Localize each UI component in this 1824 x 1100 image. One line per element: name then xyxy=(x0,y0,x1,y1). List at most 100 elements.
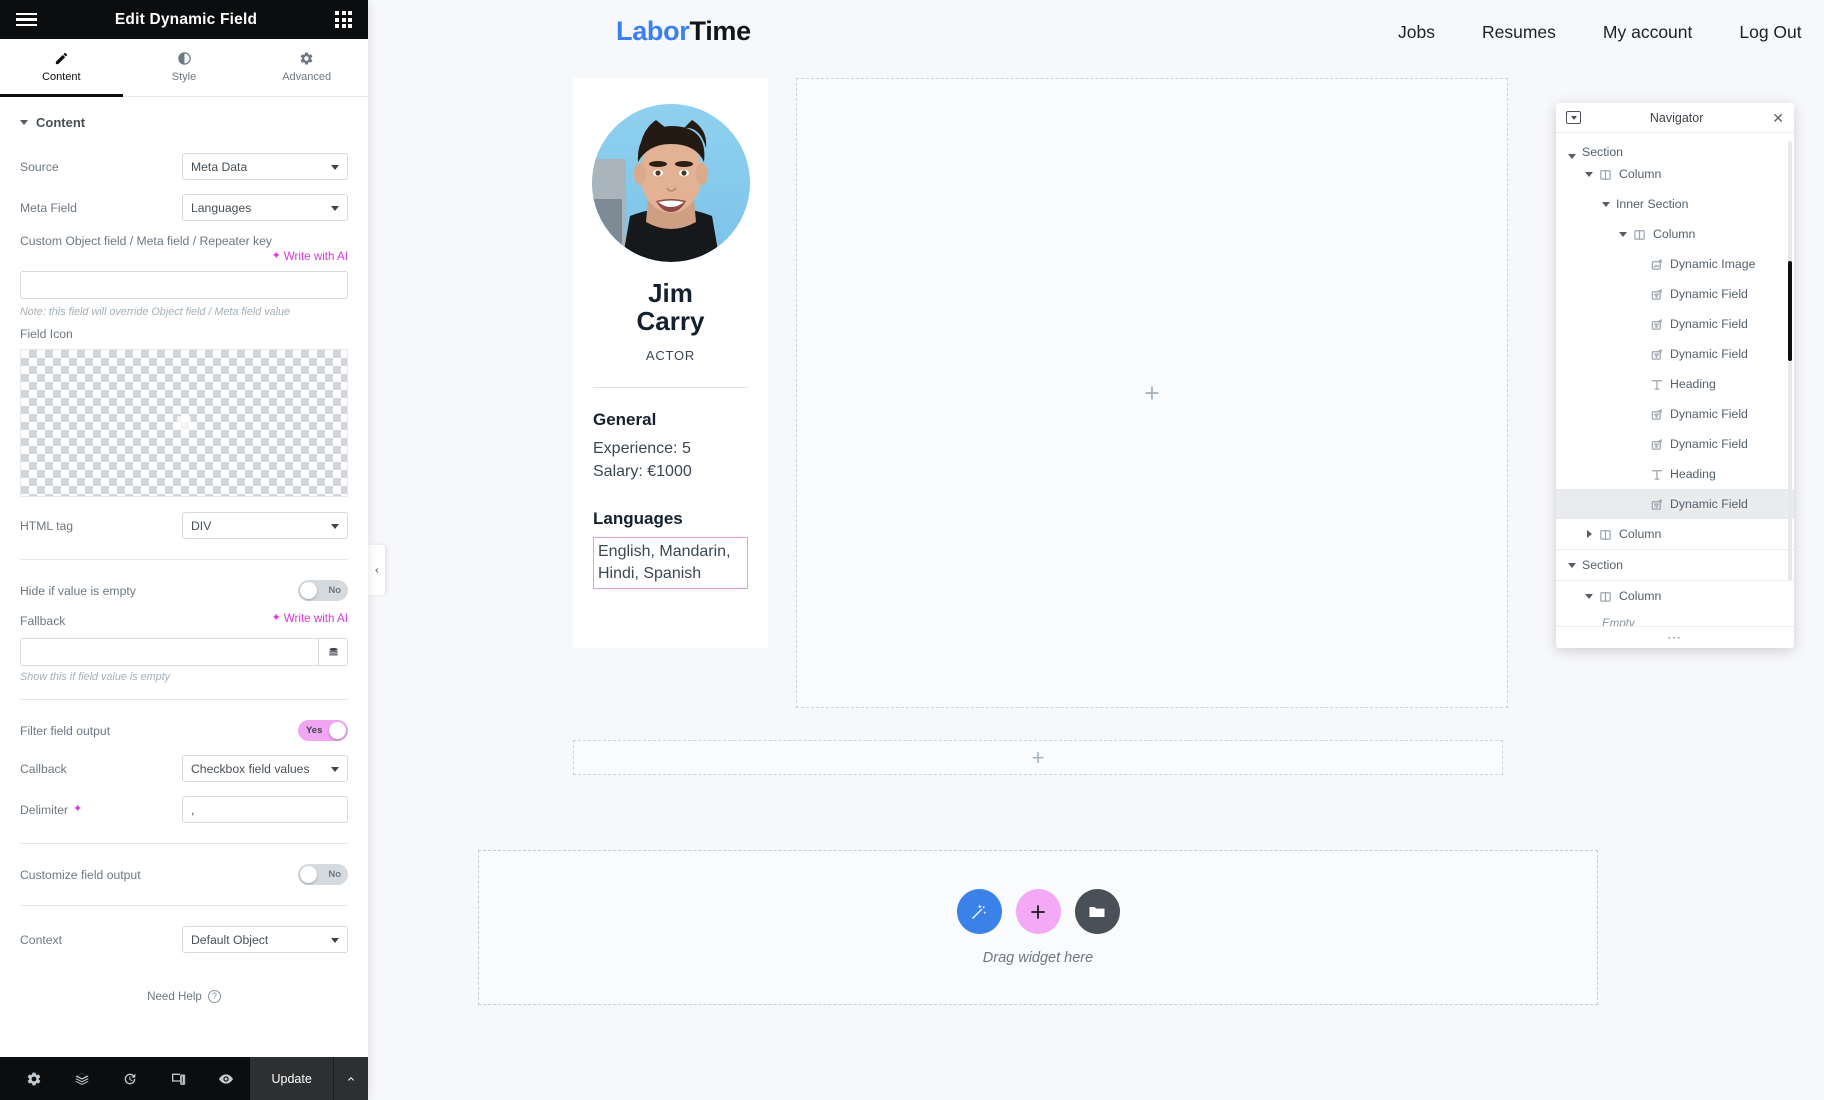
person-name[interactable]: Jim Carry xyxy=(637,279,705,336)
navigator-row-column[interactable]: Column xyxy=(1556,581,1794,611)
navigator-row-dynamic-image[interactable]: Dynamic Image xyxy=(1556,249,1794,279)
fallback-input[interactable] xyxy=(20,638,318,666)
need-help-link[interactable]: Need Help ? xyxy=(0,960,368,1003)
delimiter-label-text: Delimiter xyxy=(20,802,69,817)
navigator-row-section[interactable]: Section xyxy=(1556,141,1794,159)
customize-field-output-toggle[interactable]: No xyxy=(298,864,348,885)
navigator-row-inner-section[interactable]: Inner Section xyxy=(1556,189,1794,219)
general-heading[interactable]: General xyxy=(593,410,656,430)
navigator-row-section[interactable]: Section xyxy=(1556,550,1794,580)
navigator-row-column[interactable]: Column xyxy=(1556,519,1794,549)
navigator-row-dynamic-field[interactable]: Dynamic Field xyxy=(1556,279,1794,309)
write-with-ai-link-custom-key[interactable]: ✦ Write with AI xyxy=(272,250,348,263)
html-tag-select[interactable]: DIV xyxy=(182,512,348,539)
person-role[interactable]: ACTOR xyxy=(646,348,695,363)
dynamic-field-icon xyxy=(1646,498,1666,511)
languages-heading[interactable]: Languages xyxy=(593,509,683,529)
add-section-bar[interactable]: + xyxy=(573,740,1503,775)
update-options-button[interactable] xyxy=(334,1057,368,1100)
folder-icon xyxy=(1089,906,1105,917)
chevron-down-icon[interactable] xyxy=(1617,231,1629,237)
navigator-row-heading[interactable]: Heading xyxy=(1556,459,1794,489)
image-placeholder-icon xyxy=(177,416,191,430)
navigator-row-label: Heading xyxy=(1670,377,1716,391)
meta-field-row: Meta Field Languages xyxy=(0,187,368,228)
dynamic-tags-button[interactable] xyxy=(318,638,348,666)
custom-key-input[interactable] xyxy=(20,271,348,299)
chevron-down-icon[interactable] xyxy=(1566,154,1578,159)
site-logo[interactable]: LaborTime xyxy=(616,16,751,47)
nav-item-log-out[interactable]: Log Out xyxy=(1739,22,1801,43)
responsive-mode-icon[interactable] xyxy=(154,1057,202,1100)
preview-eye-icon[interactable] xyxy=(202,1057,250,1100)
delimiter-input[interactable] xyxy=(182,796,348,823)
divider xyxy=(20,843,348,844)
portrait-photo xyxy=(591,104,750,262)
filter-field-output-value: Yes xyxy=(306,725,323,736)
filter-field-output-toggle[interactable]: Yes xyxy=(298,720,348,741)
navigator-tree[interactable]: Section Column Inner Section Column Dynamic … xyxy=(1556,133,1794,626)
navigator-row-label: Column xyxy=(1619,589,1662,603)
field-icon-preview[interactable] xyxy=(20,349,348,497)
nav-item-my-account[interactable]: My account xyxy=(1603,22,1692,43)
callback-select[interactable]: Checkbox field values xyxy=(182,755,348,782)
navigator-row-dynamic-field[interactable]: Dynamic Field xyxy=(1556,429,1794,459)
heading-icon xyxy=(1646,378,1666,391)
divider xyxy=(20,905,348,906)
content-section-header[interactable]: Content xyxy=(0,97,368,146)
meta-field-select[interactable]: Languages xyxy=(182,194,348,221)
navigator-row-heading[interactable]: Heading xyxy=(1556,369,1794,399)
tab-content-label: Content xyxy=(42,70,81,83)
navigator-row-column[interactable]: Column xyxy=(1556,219,1794,249)
hide-if-empty-toggle[interactable]: No xyxy=(298,580,348,601)
navigator-row-label: Section xyxy=(1582,558,1624,572)
hamburger-menu-icon[interactable] xyxy=(16,12,37,27)
chevron-down-icon[interactable] xyxy=(1583,171,1595,177)
fallback-label: Fallback xyxy=(20,614,66,628)
settings-gear-icon[interactable] xyxy=(10,1057,58,1100)
navigator-row-label: Dynamic Field xyxy=(1670,407,1748,421)
meta-field-label: Meta Field xyxy=(20,200,77,215)
navigator-row-dynamic-field[interactable]: Dynamic Field xyxy=(1556,339,1794,369)
chevron-down-icon[interactable] xyxy=(1600,201,1612,207)
context-select[interactable]: Default Object xyxy=(182,926,348,953)
update-button[interactable]: Update xyxy=(250,1057,335,1100)
empty-column-dropzone[interactable]: + xyxy=(796,78,1508,708)
source-value: Meta Data xyxy=(191,159,248,174)
panel-header: Edit Dynamic Field xyxy=(0,0,368,39)
plus-icon[interactable]: + xyxy=(1032,746,1045,769)
chevron-down-icon[interactable] xyxy=(1566,562,1578,568)
navigator-row-dynamic-field[interactable]: Dynamic Field xyxy=(1556,489,1794,519)
tab-style[interactable]: Style xyxy=(123,39,246,97)
templates-folder-button[interactable] xyxy=(1074,889,1120,934)
tab-content[interactable]: Content xyxy=(0,39,123,97)
general-experience[interactable]: Experience: 5 xyxy=(593,437,691,460)
nav-item-jobs[interactable]: Jobs xyxy=(1398,22,1435,43)
avatar-dynamic-image[interactable] xyxy=(591,104,750,262)
resume-card-column[interactable]: Jim Carry ACTOR General Experience: 5 Sa… xyxy=(573,78,768,648)
navigator-row-label: Dynamic Field xyxy=(1670,347,1748,361)
dock-icon[interactable] xyxy=(1566,111,1581,124)
close-icon[interactable]: ✕ xyxy=(1772,111,1784,125)
navigator-row-dynamic-field[interactable]: Dynamic Field xyxy=(1556,399,1794,429)
write-with-ai-link-fallback[interactable]: ✦ Write with AI xyxy=(272,612,348,625)
ai-magic-wand-button[interactable] xyxy=(956,889,1002,934)
plus-icon[interactable]: + xyxy=(1144,380,1159,406)
navigator-more-dots-icon[interactable]: ⋯ xyxy=(1556,626,1794,648)
chevron-right-icon[interactable] xyxy=(1583,530,1595,538)
general-salary[interactable]: Salary: €1000 xyxy=(593,460,692,483)
navigator-row-dynamic-field[interactable]: Dynamic Field xyxy=(1556,309,1794,339)
layers-icon[interactable] xyxy=(58,1057,106,1100)
navigator-scrollbar[interactable] xyxy=(1788,141,1792,581)
tab-advanced[interactable]: Advanced xyxy=(245,39,368,97)
chevron-down-icon[interactable] xyxy=(1583,593,1595,599)
languages-dynamic-field-selected[interactable]: English, Mandarin, Hindi, Spanish xyxy=(593,537,748,590)
widget-drop-area[interactable]: Drag widget here xyxy=(478,850,1598,1005)
history-icon[interactable] xyxy=(106,1057,154,1100)
widgets-grid-icon[interactable] xyxy=(335,11,352,28)
add-widget-button[interactable] xyxy=(1015,889,1061,934)
navigator-row-column[interactable]: Column xyxy=(1556,159,1794,189)
panel-collapse-handle[interactable] xyxy=(368,545,385,595)
source-select[interactable]: Meta Data xyxy=(182,153,348,180)
nav-item-resumes[interactable]: Resumes xyxy=(1482,22,1556,43)
